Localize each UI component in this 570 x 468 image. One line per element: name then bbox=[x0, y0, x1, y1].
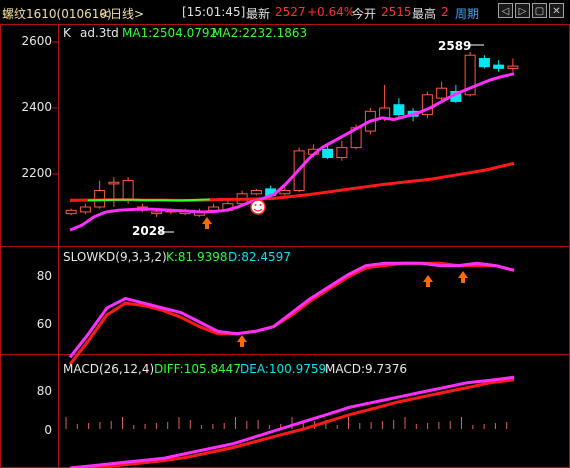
macd-indicator-name: MACD(26,12,4) bbox=[63, 362, 155, 376]
close-icon[interactable]: ✕ bbox=[549, 3, 564, 18]
candle-body bbox=[493, 64, 505, 69]
zoom-icon[interactable]: ▢ bbox=[532, 3, 547, 18]
period-tab[interactable]: 周期 bbox=[455, 5, 479, 22]
main-y-tick: 2200 bbox=[21, 166, 52, 180]
latest-value: 2527 bbox=[275, 5, 306, 19]
instrument-title: 螺纹1610(010610) bbox=[2, 7, 112, 21]
smiley-icon bbox=[250, 199, 266, 215]
candle-body bbox=[250, 190, 262, 195]
macd-y-tick: 80 bbox=[36, 384, 52, 398]
candle-body bbox=[336, 147, 348, 158]
candle-body bbox=[436, 87, 448, 99]
candle-body bbox=[122, 180, 134, 201]
kd-indicator-name: SLOWKD(9,3,3,2) bbox=[63, 250, 167, 264]
header-bar: 螺纹1610(010610) <日线> [15:01:45] 最新 2527 +… bbox=[0, 0, 570, 24]
kd-k-value: K:81.9398 bbox=[166, 250, 228, 264]
ma2-value: MA2:2232.1863 bbox=[212, 26, 308, 40]
candle-body bbox=[322, 148, 334, 158]
main-y-tick: 2600 bbox=[21, 34, 52, 48]
ma1-value: MA1:2504.0792 bbox=[122, 26, 218, 40]
smiley-eye bbox=[254, 204, 257, 206]
high-value: 2 bbox=[441, 5, 449, 19]
smiley-face bbox=[250, 199, 266, 215]
main-indicator-name: ad.3td bbox=[80, 26, 119, 40]
candle-body bbox=[108, 181, 120, 185]
change-value: +0.64% bbox=[307, 5, 356, 19]
candle-body bbox=[151, 211, 163, 215]
high-annotation: 2589 bbox=[438, 39, 472, 53]
macd-y-tick: 0 bbox=[44, 423, 52, 437]
macd-diff-value: DIFF:105.8447 bbox=[154, 362, 241, 376]
candle-body bbox=[65, 209, 77, 215]
chart-canvas[interactable] bbox=[0, 24, 570, 468]
candle-body bbox=[79, 206, 91, 213]
open-value: 2515 bbox=[381, 5, 412, 19]
candle-body bbox=[478, 58, 490, 68]
candle-body bbox=[507, 65, 519, 69]
ma2-flat-segment bbox=[87, 198, 211, 202]
open-label: 今开 bbox=[352, 7, 377, 21]
smiley-eye bbox=[259, 204, 262, 206]
macd-value: MACD:9.7376 bbox=[325, 362, 408, 376]
prev-arrow-icon[interactable]: ◁ bbox=[498, 3, 513, 18]
next-arrow-icon[interactable]: ▷ bbox=[515, 3, 530, 18]
time-label: [15:01:45] bbox=[182, 5, 246, 19]
macd-dea-value: DEA:100.9759 bbox=[240, 362, 327, 376]
candle-body bbox=[379, 107, 391, 119]
latest-label: 最新 bbox=[246, 7, 271, 21]
low-annotation: 2028 bbox=[132, 224, 166, 238]
kd-d-value: D:82.4597 bbox=[228, 250, 291, 264]
kd-y-tick: 60 bbox=[36, 317, 52, 331]
high-label: 最高 bbox=[412, 7, 437, 21]
period-label: <日线> bbox=[100, 7, 145, 21]
main-y-tick: 2400 bbox=[21, 100, 52, 114]
kd-y-tick: 80 bbox=[36, 269, 52, 283]
main-panel-label: K bbox=[63, 26, 71, 40]
candle-body bbox=[393, 104, 405, 116]
candle-body bbox=[279, 190, 291, 195]
